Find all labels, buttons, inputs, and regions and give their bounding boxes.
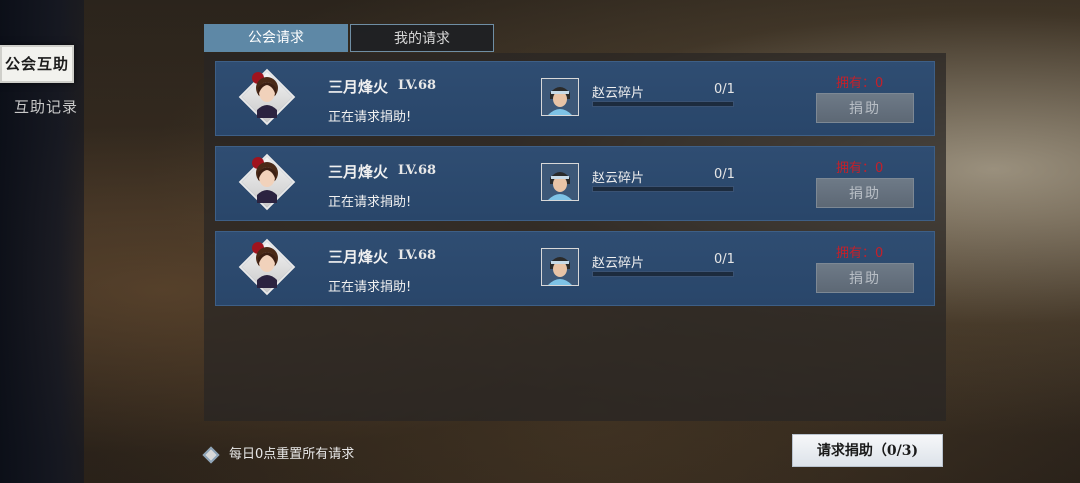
player-level: LV.68 (398, 78, 437, 93)
item-name: 赵云碎片 (592, 171, 645, 186)
request-donation-button[interactable]: 请求捐助（0/3) (792, 434, 943, 467)
player-name: 三月烽火 (328, 163, 389, 181)
player-portrait-icon (238, 238, 296, 296)
sidebar: 公会互助 互助记录 (0, 0, 84, 483)
donation-progress-bar (592, 101, 734, 107)
player-level: LV.68 (398, 248, 437, 263)
item-count: 0/1 (714, 252, 735, 267)
item-name: 赵云碎片 (592, 86, 645, 101)
zhao-yun-shard-icon (541, 163, 579, 201)
request-row: 三月烽火 LV.68 正在请求捐助! 赵云碎片 0/1 拥有：0 捐助 (215, 231, 935, 306)
player-name: 三月烽火 (328, 248, 389, 266)
donation-progress-bar (592, 186, 734, 192)
donate-button[interactable]: 捐助 (816, 263, 914, 293)
player-level: LV.68 (398, 163, 437, 178)
reset-note-text: 每日0点重置所有请求 (229, 447, 355, 462)
reset-note: 每日0点重置所有请求 (202, 443, 355, 463)
request-status: 正在请求捐助! (328, 110, 412, 125)
owned-count: 拥有：0 (836, 76, 884, 91)
request-status: 正在请求捐助! (328, 195, 412, 210)
item-count: 0/1 (714, 82, 735, 97)
sidebar-tab-guild-help[interactable]: 公会互助 (0, 45, 74, 83)
player-name: 三月烽火 (328, 78, 389, 96)
sidebar-tab-help-records[interactable]: 互助记录 (8, 90, 84, 124)
item-name: 赵云碎片 (592, 256, 645, 271)
donate-button[interactable]: 捐助 (816, 178, 914, 208)
zhao-yun-shard-icon (541, 78, 579, 116)
player-portrait-icon (238, 68, 296, 126)
tab-guild-requests[interactable]: 公会请求 (204, 24, 348, 52)
donation-progress-bar (592, 271, 734, 277)
request-row: 三月烽火 LV.68 正在请求捐助! 赵云碎片 0/1 拥有：0 捐助 (215, 61, 935, 136)
diamond-bullet-icon (202, 446, 220, 463)
item-count: 0/1 (714, 167, 735, 182)
donate-button[interactable]: 捐助 (816, 93, 914, 123)
player-portrait-icon (238, 153, 296, 211)
zhao-yun-shard-icon (541, 248, 579, 286)
owned-count: 拥有：0 (836, 161, 884, 176)
request-row: 三月烽火 LV.68 正在请求捐助! 赵云碎片 0/1 拥有：0 捐助 (215, 146, 935, 221)
request-status: 正在请求捐助! (328, 280, 412, 295)
owned-count: 拥有：0 (836, 246, 884, 261)
tab-my-requests[interactable]: 我的请求 (350, 24, 494, 52)
